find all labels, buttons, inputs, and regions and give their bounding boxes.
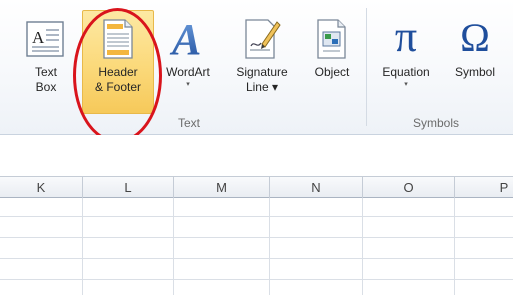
- pi-icon: π: [394, 12, 418, 61]
- column-line: [269, 198, 270, 295]
- header-footer-icon: [103, 19, 133, 59]
- signature-line-button[interactable]: Signature Line ▾: [224, 8, 300, 112]
- equation-label: Equation: [382, 65, 430, 79]
- row-line: [0, 258, 513, 259]
- signature-line-label-2: Line ▾: [245, 80, 279, 94]
- column-header-n[interactable]: N: [270, 177, 363, 198]
- equation-button[interactable]: π Equation ▾: [372, 8, 440, 112]
- header-footer-button[interactable]: Header & Footer: [82, 8, 154, 112]
- text-box-label-2: Box: [35, 80, 57, 94]
- column-line: [362, 198, 363, 295]
- column-line: [82, 198, 83, 295]
- column-header-o[interactable]: O: [363, 177, 455, 198]
- svg-text:A: A: [169, 15, 201, 60]
- group-separator: [366, 8, 367, 126]
- symbol-label: Symbol: [454, 65, 495, 79]
- column-header-k[interactable]: K: [0, 177, 83, 198]
- column-label-o: O: [403, 180, 414, 195]
- wordart-icon: A: [169, 15, 201, 60]
- column-label-p: P: [499, 180, 509, 195]
- column-label-n: N: [311, 180, 321, 195]
- object-icon: [317, 19, 346, 59]
- svg-text:A: A: [32, 28, 45, 47]
- column-line: [173, 198, 174, 295]
- equation-dropdown-arrow: ▾: [404, 81, 408, 88]
- column-header-row: K L M N O P: [0, 176, 513, 198]
- wordart-button[interactable]: A WordArt ▾: [156, 8, 220, 112]
- omega-icon: Ω: [460, 15, 490, 60]
- wordart-dropdown-arrow: ▾: [186, 81, 190, 88]
- signature-line-label: Signature: [236, 65, 288, 79]
- object-button[interactable]: Object: [304, 8, 360, 112]
- object-label: Object: [314, 65, 350, 79]
- insert-ribbon: A Text Box Header & Footer A WordArt ▾ S…: [0, 0, 513, 143]
- symbol-button[interactable]: Ω Symbol: [442, 8, 508, 112]
- row-line: [0, 216, 513, 217]
- column-header-l[interactable]: L: [83, 177, 174, 198]
- row-line: [0, 237, 513, 238]
- signature-line-icon: [245, 19, 281, 59]
- column-header-p[interactable]: P: [455, 177, 513, 198]
- wordart-label: WordArt: [166, 65, 210, 79]
- symbols-group-label: Symbols: [413, 116, 460, 130]
- text-box-button[interactable]: A Text Box: [16, 8, 76, 112]
- text-box-label: Text: [34, 65, 57, 79]
- column-label-l: L: [124, 180, 132, 195]
- column-header-m[interactable]: M: [174, 177, 270, 198]
- header-footer-label-2: & Footer: [94, 80, 142, 94]
- column-label-m: M: [216, 180, 227, 195]
- column-label-k: K: [36, 180, 46, 195]
- column-line: [454, 198, 455, 295]
- row-line: [0, 279, 513, 280]
- cell-grid[interactable]: [0, 198, 513, 295]
- text-group-label: Text: [178, 116, 201, 130]
- header-footer-label: Header: [98, 65, 138, 79]
- text-box-icon: A: [26, 21, 64, 57]
- spacer: [0, 135, 513, 176]
